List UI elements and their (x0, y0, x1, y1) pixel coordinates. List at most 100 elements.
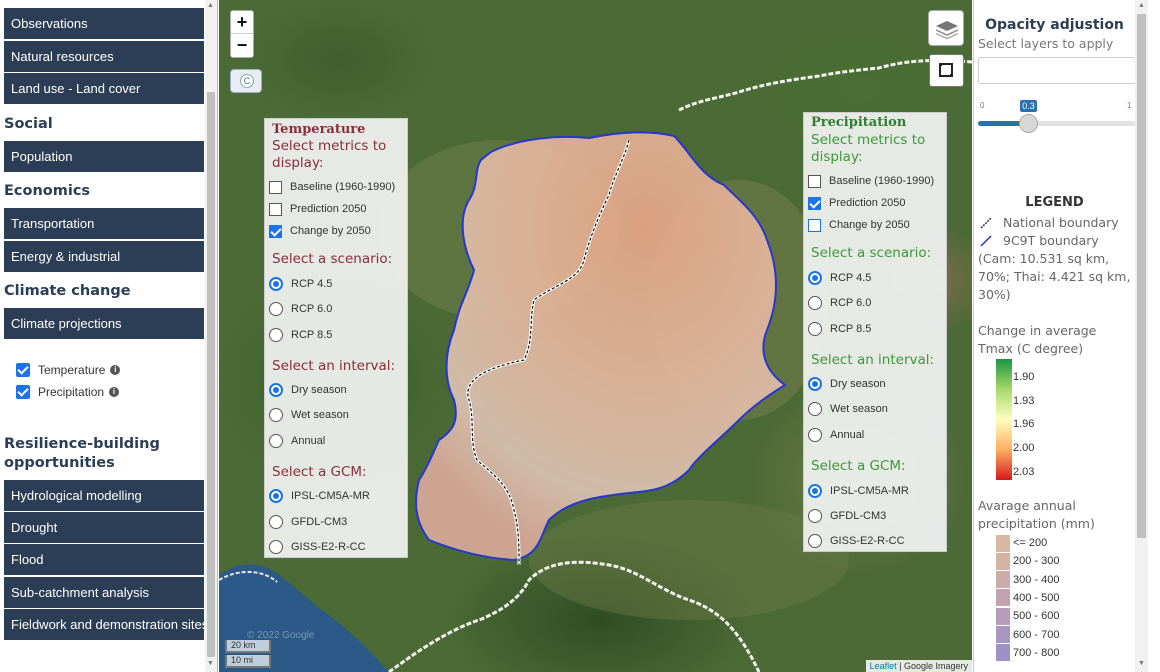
tmax-legend-title: Change in average Tmax (C degree) (978, 323, 1097, 356)
sidebar-item-sub-catchment[interactable]: Sub-catchment analysis (4, 577, 204, 608)
metric-change-option[interactable]: Change by 2050 (269, 223, 371, 239)
checkbox-checked-icon (16, 363, 30, 377)
info-icon[interactable]: i (110, 365, 121, 375)
draw-square-button[interactable] (929, 54, 964, 87)
c-control-button[interactable]: C (230, 69, 262, 93)
metric-baseline-option[interactable]: Baseline (1960-1990) (808, 173, 934, 189)
radio-icon (808, 509, 822, 523)
temperature-panel: Temperature Select metrics to display: B… (264, 118, 408, 558)
metric-baseline-label: Baseline (1960-1990) (290, 181, 396, 193)
tmax-color-ramp (996, 359, 1012, 480)
opacity-slider-handle[interactable] (1019, 114, 1038, 133)
scenario-rcp85-radio[interactable]: RCP 8.5 (808, 321, 871, 337)
tmax-value: 1.96 (1013, 418, 1035, 430)
gcm-gfdl-label: GFDL-CM3 (830, 510, 887, 522)
scenario-rcp45-radio[interactable]: RCP 4.5 (269, 276, 332, 292)
leaflet-link[interactable]: Leaflet (870, 661, 897, 671)
scenario-rcp60-radio[interactable]: RCP 6.0 (808, 295, 871, 311)
interval-dry-label: Dry season (830, 378, 886, 390)
basin-polygon[interactable] (415, 131, 787, 562)
metric-change-option[interactable]: Change by 2050 (808, 217, 910, 233)
interval-annual-radio[interactable]: Annual (808, 427, 864, 443)
sidebar-item-climate-projections[interactable]: Climate projections (4, 308, 204, 339)
slider-min-label: 0 (980, 101, 985, 110)
scenario-rcp45-label: RCP 4.5 (291, 278, 333, 290)
metric-change-label: Change by 2050 (829, 219, 910, 231)
interval-dry-radio[interactable]: Dry season (269, 382, 347, 398)
zoom-control: + − (230, 10, 254, 58)
gcm-giss-label: GISS-E2-R-CC (291, 541, 366, 553)
sidebar-item-drought[interactable]: Drought (4, 512, 204, 543)
precip-legend-label: 300 - 400 (1013, 573, 1060, 586)
scale-bar-mi: 10 mi (225, 655, 271, 668)
precip-legend-row: 300 - 400 (996, 571, 1059, 589)
checkbox-icon (269, 202, 282, 216)
interval-dry-radio[interactable]: Dry season (808, 376, 886, 392)
radio-icon (808, 534, 822, 548)
precip-legend-label: 400 - 500 (1013, 591, 1060, 604)
metric-prediction-option[interactable]: Prediction 2050 (808, 195, 905, 211)
gcm-gfdl-radio[interactable]: GFDL-CM3 (269, 514, 347, 530)
gcm-ipsl-radio[interactable]: IPSL-CM5A-MR (808, 483, 909, 499)
gcm-gfdl-label: GFDL-CM3 (291, 516, 348, 528)
gcm-giss-radio[interactable]: GISS-E2-R-CC (269, 539, 366, 555)
right-scrollbar-thumb[interactable] (1137, 14, 1146, 538)
checkbox-checked-icon (16, 385, 30, 399)
scenario-rcp60-radio[interactable]: RCP 6.0 (269, 301, 332, 317)
sidebar-item-land-use[interactable]: Land use - Land cover (4, 73, 204, 104)
scenario-rcp85-label: RCP 8.5 (830, 323, 872, 335)
scroll-up-icon[interactable]: ▲ (207, 2, 214, 9)
sidebar-item-flood[interactable]: Flood (4, 544, 204, 575)
scenario-rcp45-radio[interactable]: RCP 4.5 (808, 270, 871, 286)
layers-button[interactable] (928, 10, 964, 46)
national-boundary-icon (980, 217, 992, 229)
sidebar-item-hydrological-modelling[interactable]: Hydrological modelling (4, 480, 204, 511)
tmax-value: 1.90 (1013, 371, 1035, 383)
sidebar-item-natural-resources[interactable]: Natural resources (4, 41, 204, 72)
radio-icon (269, 302, 283, 316)
sidebar-scrollbar-thumb[interactable] (207, 92, 215, 657)
metric-prediction-option[interactable]: Prediction 2050 (269, 201, 366, 217)
metric-baseline-option[interactable]: Baseline (1960-1990) (269, 179, 395, 195)
zoom-out-button[interactable]: − (231, 34, 253, 57)
square-icon (939, 63, 953, 77)
precip-legend-swatch (996, 589, 1010, 607)
heading-resilience: Resilience-building opportunities (4, 436, 160, 471)
interval-annual-radio[interactable]: Annual (269, 433, 325, 449)
map-view[interactable]: + − C Temperature Select metrics to disp… (219, 0, 972, 672)
sidebar-item-population[interactable]: Population (4, 141, 204, 172)
interval-prompt: Select an interval: (811, 352, 935, 368)
sidebar-scrollbar[interactable]: ▲ ▼ (205, 0, 217, 672)
scenario-prompt: Select a scenario: (811, 245, 932, 261)
sidebar-item-energy-industrial[interactable]: Energy & industrial (4, 241, 204, 272)
precip-legend-swatch (996, 607, 1010, 625)
zoom-in-button[interactable]: + (231, 11, 253, 34)
temperature-checkbox[interactable]: Temperature i (16, 362, 121, 378)
precipitation-panel-title: Precipitation (811, 115, 907, 130)
layers-icon (935, 21, 959, 40)
layer-select-input[interactable] (978, 57, 1136, 84)
precipitation-checkbox[interactable]: Precipitation i (16, 384, 120, 400)
metrics-prompt: Select metrics to display: (272, 138, 387, 171)
metric-change-label: Change by 2050 (290, 225, 371, 237)
scroll-down-icon[interactable]: ▼ (1138, 660, 1145, 667)
right-scrollbar[interactable]: ▲ ▼ (1135, 0, 1148, 672)
precip-legend-swatch (996, 571, 1010, 589)
scroll-up-icon[interactable]: ▲ (1138, 2, 1145, 9)
gcm-ipsl-radio[interactable]: IPSL-CM5A-MR (269, 488, 370, 504)
scroll-down-icon[interactable]: ▼ (207, 660, 214, 667)
info-icon[interactable]: i (109, 387, 120, 397)
sidebar-item-observations[interactable]: Observations (4, 8, 204, 39)
sidebar-item-fieldwork[interactable]: Fieldwork and demonstration sites (4, 609, 204, 640)
interval-wet-radio[interactable]: Wet season (269, 407, 349, 423)
interval-wet-radio[interactable]: Wet season (808, 401, 888, 417)
scenario-rcp85-radio[interactable]: RCP 8.5 (269, 327, 332, 343)
gcm-ipsl-label: IPSL-CM5A-MR (830, 485, 909, 497)
radio-selected-icon (808, 484, 822, 498)
precip-legend-row: <= 200 (996, 534, 1047, 552)
scale-bar-km: 20 km (225, 640, 271, 653)
sidebar-item-transportation[interactable]: Transportation (4, 208, 204, 239)
gcm-gfdl-radio[interactable]: GFDL-CM3 (808, 508, 886, 524)
gcm-giss-radio[interactable]: GISS-E2-R-CC (808, 533, 905, 549)
map-attribution: Leaflet | Google Imagery (865, 660, 972, 672)
